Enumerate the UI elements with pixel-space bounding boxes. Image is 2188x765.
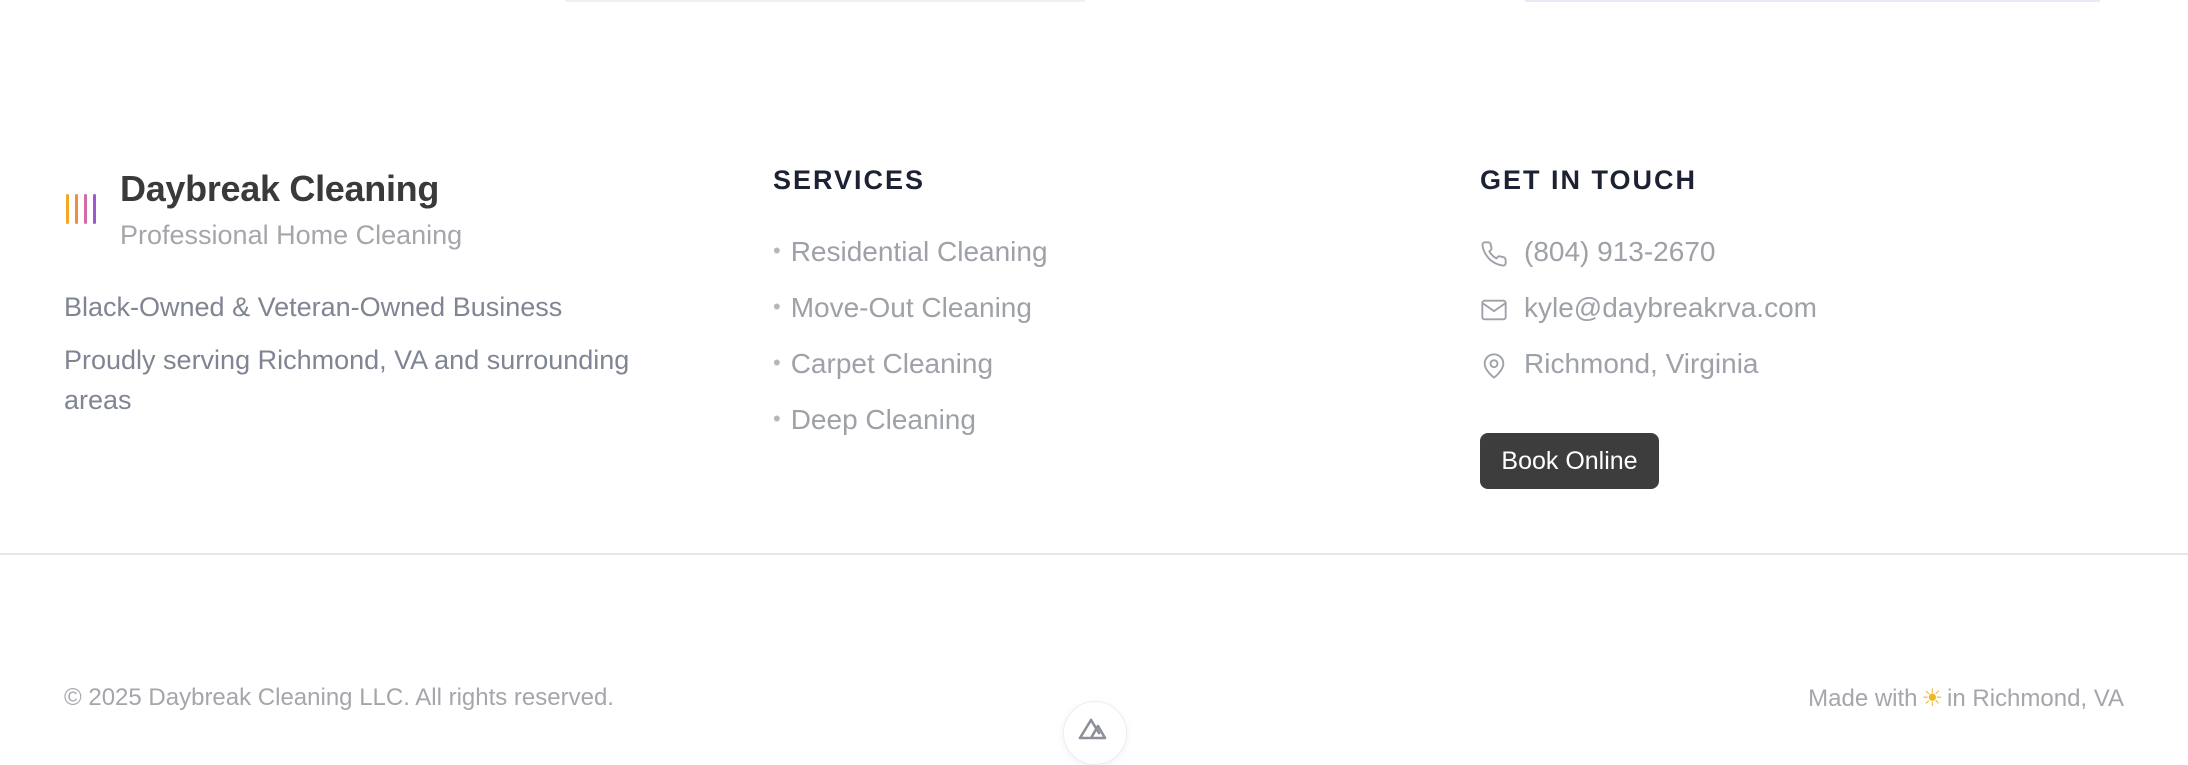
bullet: • — [773, 294, 781, 319]
service-link-move-out[interactable]: • Move-Out Cleaning — [773, 292, 1032, 324]
service-label: Move-Out Cleaning — [790, 292, 1032, 323]
contact-heading: GET IN TOUCH — [1480, 165, 1698, 195]
location-text: Richmond, Virginia — [1524, 348, 1759, 379]
made-with-prefix: Made with — [1808, 685, 1918, 712]
brand-logo-icon — [64, 194, 98, 224]
top-edge-line — [1525, 0, 2100, 2]
footer-divider — [0, 553, 2188, 555]
bullet: • — [773, 238, 781, 263]
business-ownership-text: Black-Owned & Veteran-Owned Business — [64, 292, 563, 322]
made-with-suffix: in Richmond, VA — [1947, 685, 2124, 712]
phone-icon — [1481, 241, 1507, 267]
nuxt-logo-icon — [1078, 718, 1107, 740]
services-heading: SERVICES — [773, 165, 926, 195]
service-link-carpet[interactable]: • Carpet Cleaning — [773, 348, 993, 380]
service-link-deep[interactable]: • Deep Cleaning — [773, 404, 976, 436]
made-with-text: Made with ☀ in Richmond, VA — [1808, 684, 2124, 713]
service-link-residential[interactable]: • Residential Cleaning — [773, 236, 1048, 268]
service-area-text: Proudly serving Richmond, VA and surroun… — [64, 345, 630, 415]
service-label: Residential Cleaning — [790, 236, 1048, 267]
brand-tagline: Professional Home Cleaning — [120, 220, 463, 250]
nuxt-devtools-badge[interactable] — [1063, 701, 1127, 765]
map-pin-icon — [1483, 353, 1505, 379]
brand-name: Daybreak Cleaning — [120, 168, 440, 209]
book-online-button[interactable]: Book Online — [1480, 433, 1659, 489]
sun-icon: ☀ — [1921, 685, 1944, 712]
service-label: Deep Cleaning — [790, 404, 976, 435]
top-edge-line — [565, 0, 1085, 2]
mail-icon — [1481, 299, 1507, 321]
copyright-text: © 2025 Daybreak Cleaning LLC. All rights… — [64, 684, 614, 711]
phone-number: (804) 913-2670 — [1524, 236, 1716, 267]
service-label: Carpet Cleaning — [790, 348, 994, 379]
bullet: • — [773, 406, 781, 431]
email-address: kyle@daybreakrva.com — [1524, 292, 1817, 323]
bullet: • — [773, 350, 781, 375]
